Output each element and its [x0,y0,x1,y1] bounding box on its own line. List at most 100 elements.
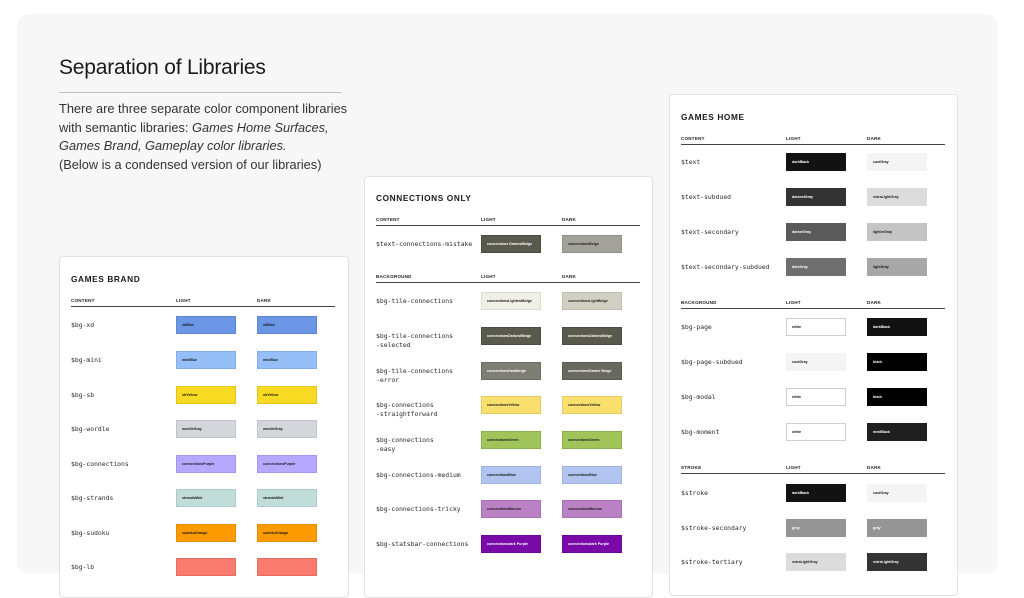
title-divider [59,92,342,93]
color-swatch-dark: coolGray [867,484,927,502]
color-swatch-dark: sbYellow [257,386,317,404]
column-header-dark: DARK [257,298,272,303]
token-name: $bg-xd [71,321,95,329]
column-header-light: LIGHT [786,465,801,470]
color-swatch-dark: connectionsMaroon [562,500,622,518]
section-divider [376,282,640,283]
color-swatch-dark: wordleGray [257,420,317,438]
color-swatch-dark: connectionsBlue [562,466,622,484]
intro-line: There are three separate color component… [59,100,359,119]
color-swatch-light: connections DarkestBeige [481,235,541,253]
token-name: $bg-tile-connections [376,297,453,305]
color-swatch-light: connectionsPurple [176,455,236,473]
column-header-dark: DARK [562,274,577,279]
color-swatch-light: darkBlack [786,484,846,502]
color-swatch-dark: connectionsYellow [562,396,622,414]
token-name: $text-connections-mistake [376,240,473,248]
color-swatch-dark: extraLightGray [867,553,927,571]
color-swatch-dark [257,558,317,576]
column-header-light: LIGHT [786,300,801,305]
column-header-content: CONTENT [681,136,705,141]
color-swatch-light: sbYellow [176,386,236,404]
color-swatch-dark: connectionsLightBeige [562,292,622,310]
intro-emphasis: Games Brand, Gameplay color libraries. [59,138,287,153]
column-header-content: CONTENT [71,298,95,303]
token-name: $bg-tile-connections -selected [376,332,453,349]
color-swatch-light: connectionsLightestBeige [481,292,541,310]
card-title: GAMES HOME [681,112,745,122]
token-name: $text-subdued [681,193,732,201]
color-swatch-light: darkGray [786,258,846,276]
color-swatch-light: white [786,318,846,336]
color-swatch-dark: darkBlack [867,318,927,336]
intro-text-segment: There are three separate color component… [59,101,348,116]
column-header-dark: DARK [867,136,882,141]
color-swatch-dark: medBlack [867,423,927,441]
section-divider [71,306,335,307]
token-name: $bg-tile-connections -error [376,367,453,384]
color-swatch-dark: connectionsDarker Beige [562,362,622,380]
token-name: $stroke-secondary [681,524,747,532]
section-divider [376,225,640,226]
color-swatch-dark: sudokuOrange [257,524,317,542]
color-swatch-dark: connectionsBeige [562,235,622,253]
column-header-dark: DARK [867,465,882,470]
token-name: $bg-connections [71,460,129,468]
token-name: $bg-sudoku [71,529,110,537]
card-title: GAMES BRAND [71,274,141,284]
intro-line: Games Brand, Gameplay color libraries. [59,137,359,156]
color-swatch-dark: xdBlue [257,316,317,334]
color-swatch-light: extraLightGray [786,553,846,571]
token-name: $bg-connections -easy [376,436,434,453]
intro-text: There are three separate color component… [59,100,359,174]
token-name: $stroke-tertiary [681,558,743,566]
color-swatch-dark: black [867,353,927,371]
column-header-content: CONTENT [376,217,400,222]
intro-text-segment: with semantic libraries: [59,119,192,135]
color-swatch-light: sudokuOrange [176,524,236,542]
column-header-content: BACKGROUND [681,300,717,305]
token-name: $bg-moment [681,428,720,436]
card-title: CONNECTIONS ONLY [376,193,472,203]
section-divider [681,473,945,474]
column-header-content: BACKGROUND [376,274,412,279]
color-swatch-light: wordleGray [176,420,236,438]
color-swatch-dark: black [867,388,927,406]
token-name: $bg-strands [71,494,114,502]
column-header-dark: DARK [867,300,882,305]
color-swatch-dark: lightGray [867,258,927,276]
color-swatch-light: connectionsMaroon [481,500,541,518]
token-name: $bg-connections -straightforward [376,401,438,418]
color-swatch-dark: connectionsdark Purple [562,535,622,553]
color-swatch-dark: connectionsGreen [562,431,622,449]
color-swatch-light: connectionsdark Purple [481,535,541,553]
color-swatch-dark: coolGray [867,153,927,171]
library-card-connections-only: CONNECTIONS ONLY CONTENT LIGHT DARK $text-co… [364,176,653,598]
token-name: $bg-statsbar-connections [376,540,469,548]
column-header-light: LIGHT [481,217,496,222]
token-name: $bg-wordle [71,425,110,433]
color-swatch-dark: strandsMint [257,489,317,507]
token-name: $bg-modal [681,393,716,401]
section-divider [681,308,945,309]
page-title: Separation of Libraries [59,56,266,79]
color-swatch-light: connectionsYellow [481,396,541,414]
color-swatch-light: miniBlue [176,351,236,369]
column-header-light: LIGHT [176,298,191,303]
token-name: $bg-connections-tricky [376,505,461,513]
intro-line: with semantic libraries: Games Home Surf… [59,119,359,138]
color-swatch-light: darkerGray [786,223,846,241]
column-header-content: STROKE [681,465,702,470]
library-card-games-brand: GAMES BRAND CONTENT LIGHT DARK $bg-xd xdBlue x… [59,256,349,598]
token-name: $bg-connections-medium [376,471,461,479]
token-name: $bg-page-subdued [681,358,743,366]
color-swatch-light: connectionsGreen [481,431,541,449]
token-name: $text [681,158,701,166]
color-swatch-dark: extraLightGray [867,188,927,206]
color-swatch-light: strandsMint [176,489,236,507]
token-name: $bg-mini [71,356,102,364]
intro-line: (Below is a condensed version of our lib… [59,156,359,175]
color-swatch-light: connectionsDarkBeige [481,362,541,380]
color-swatch-dark: gray [867,519,927,537]
color-swatch-dark: connectionsPurple [257,455,317,473]
